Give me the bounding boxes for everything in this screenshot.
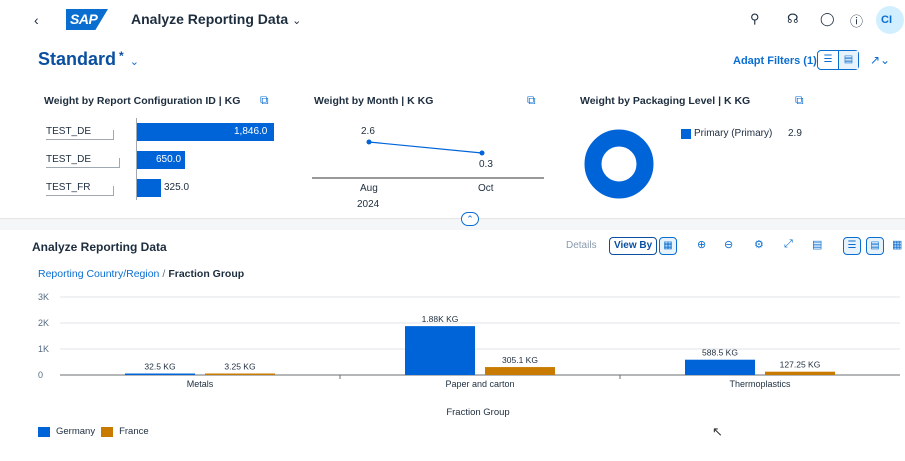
legend-swatch-germany — [38, 426, 50, 437]
x-category-label[interactable]: Thermoplastics — [729, 379, 791, 389]
data-label: 3.25 KG — [224, 362, 255, 372]
data-label: 32.5 KG — [144, 362, 175, 372]
legend-label-france[interactable]: France — [119, 426, 149, 437]
chart-bar-germany[interactable] — [405, 326, 475, 375]
y-tick-label: 3K — [38, 292, 49, 302]
y-tick-label: 0 — [38, 370, 43, 380]
data-label: 588.5 KG — [702, 348, 738, 358]
mouse-cursor-icon: ↖ — [712, 424, 723, 439]
x-category-label[interactable]: Metals — [187, 379, 214, 389]
chart-bar-france[interactable] — [205, 373, 275, 376]
y-tick-label: 1K — [38, 344, 49, 354]
chart-legend: Germany France — [38, 426, 149, 437]
data-label: 305.1 KG — [502, 355, 538, 365]
x-axis-title: Fraction Group — [446, 407, 509, 418]
main-bar-chart: 0 1K 2K 3K 32.5 KG 3.25 KG Metals 1.88K KG 305.1… — [38, 292, 900, 418]
chart-bar-germany[interactable] — [685, 359, 755, 375]
data-label: 1.88K KG — [422, 314, 459, 324]
legend-label-germany[interactable]: Germany — [56, 426, 95, 437]
data-label: 127.25 KG — [780, 360, 821, 370]
x-category-label[interactable]: Paper and carton — [445, 379, 514, 389]
chart-bar-france[interactable] — [765, 371, 835, 375]
legend-swatch-france — [101, 426, 114, 437]
chart-bar-france[interactable] — [485, 367, 555, 375]
chart-bar-germany[interactable] — [125, 373, 195, 376]
y-tick-label: 2K — [38, 318, 49, 328]
